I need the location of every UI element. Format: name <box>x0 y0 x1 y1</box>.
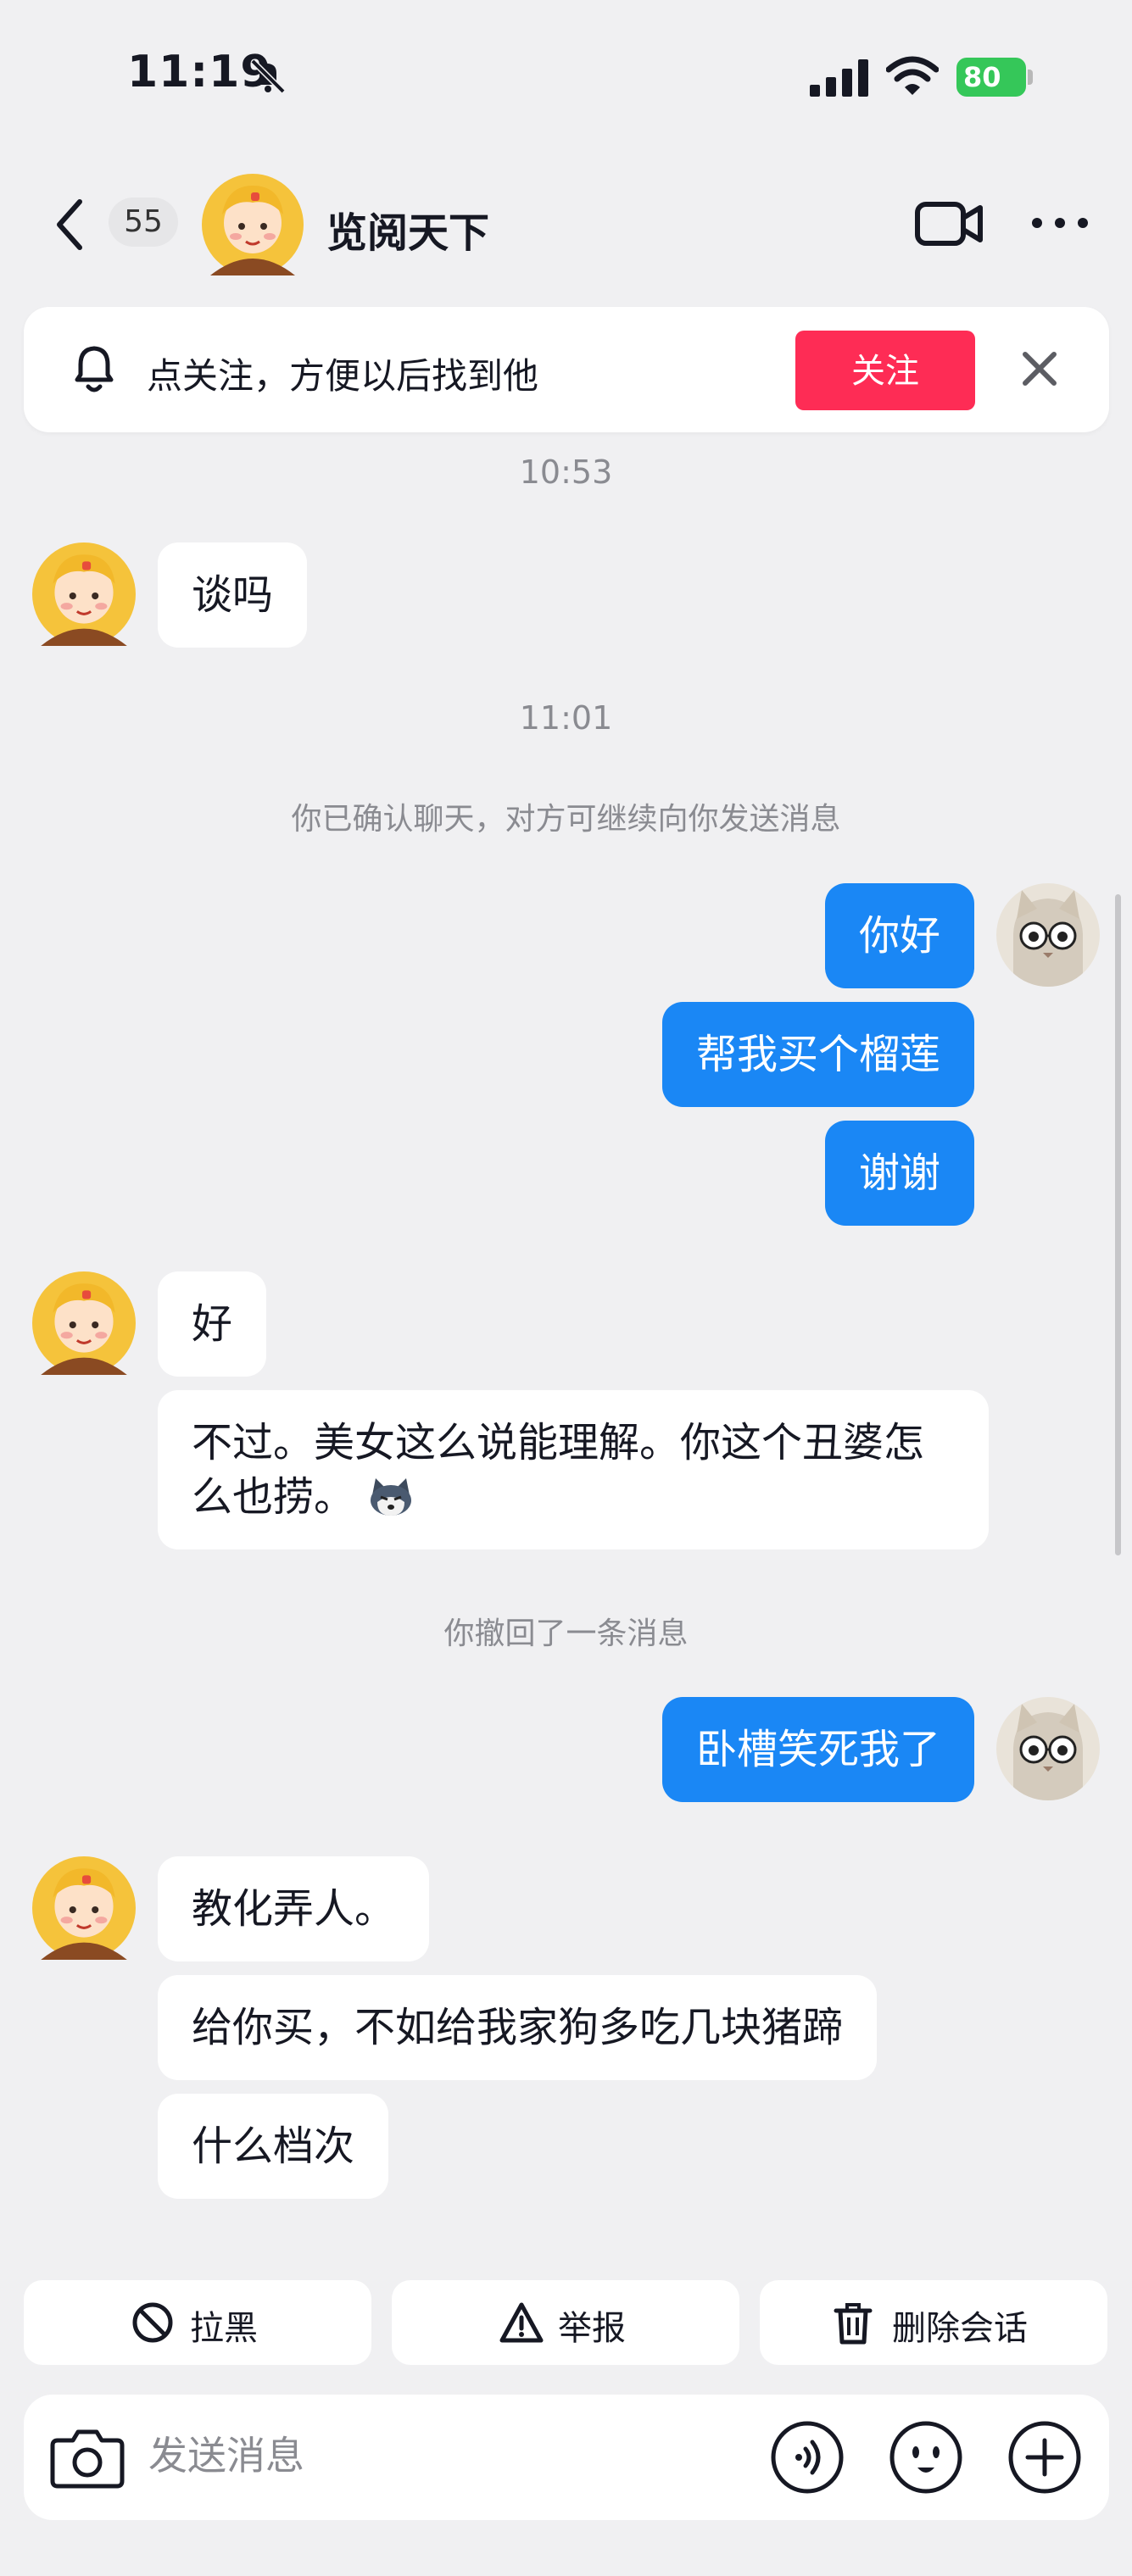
battery-cap <box>1028 70 1033 85</box>
follow-prompt-text: 点关注，方便以后找到他 <box>147 355 539 397</box>
block-label: 拉黑 <box>190 2309 258 2348</box>
contact-avatar[interactable] <box>32 1271 136 1375</box>
more-options-icon[interactable] <box>1030 216 1090 230</box>
outgoing-message[interactable]: 谢谢 <box>824 1121 974 1226</box>
back-arrow-icon[interactable] <box>49 195 92 254</box>
follow-banner: 点关注，方便以后找到他 关注 <box>24 307 1109 432</box>
wifi-icon <box>886 56 939 95</box>
unread-count-badge[interactable]: 55 <box>109 198 178 247</box>
system-notice: 你已确认聊天，对方可继续向你发送消息 <box>291 802 841 837</box>
bell-off-icon <box>250 58 286 94</box>
my-avatar[interactable] <box>996 883 1100 987</box>
contact-name: 览阅天下 <box>326 209 490 257</box>
contact-avatar[interactable] <box>202 174 304 275</box>
message-text: 不过。美女这么说能理解。你这个丑婆怎么也捞。 <box>192 1419 925 1521</box>
close-icon[interactable] <box>1020 349 1059 388</box>
status-bar: 11:19 80 <box>0 0 1132 153</box>
outgoing-message[interactable]: 你好 <box>824 883 974 988</box>
scrollbar[interactable] <box>1115 894 1121 1555</box>
warning-icon <box>499 2302 544 2343</box>
my-avatar[interactable] <box>996 1697 1100 1800</box>
video-call-icon[interactable] <box>914 198 985 250</box>
message-input[interactable] <box>147 2432 659 2479</box>
plus-icon[interactable] <box>1007 2420 1082 2495</box>
follow-button[interactable]: 关注 <box>795 331 975 410</box>
battery-level: 80 <box>956 58 1026 97</box>
delete-conversation-button[interactable]: 删除会话 <box>760 2280 1107 2365</box>
outgoing-message[interactable]: 帮我买个榴莲 <box>661 1002 974 1107</box>
system-notice: 你撤回了一条消息 <box>443 1616 689 1651</box>
chat-header: 55 览阅天下 <box>0 165 1132 284</box>
report-label: 举报 <box>558 2309 626 2348</box>
cat-avatar-icon <box>996 883 1100 987</box>
incoming-message[interactable]: 什么档次 <box>158 2094 389 2199</box>
emoji-icon[interactable] <box>889 2420 963 2495</box>
incoming-message[interactable]: 不过。美女这么说能理解。你这个丑婆怎么也捞。 <box>158 1390 989 1549</box>
voice-icon[interactable] <box>770 2420 845 2495</box>
bell-icon <box>75 346 114 392</box>
block-icon <box>132 2302 173 2343</box>
outgoing-message[interactable]: 卧槽笑死我了 <box>661 1697 974 1802</box>
trash-icon <box>834 2303 873 2345</box>
contact-avatar[interactable] <box>32 542 136 646</box>
message-input-bar <box>24 2395 1109 2520</box>
husky-emoji-icon <box>371 1478 412 1516</box>
delete-label: 删除会话 <box>892 2309 1028 2348</box>
incoming-message[interactable]: 谈吗 <box>158 542 308 648</box>
incoming-message[interactable]: 教化弄人。 <box>158 1856 430 1961</box>
camera-icon[interactable] <box>49 2422 125 2493</box>
incoming-message[interactable]: 给你买，不如给我家狗多吃几块猪蹄 <box>158 1975 878 2080</box>
signal-icon <box>810 59 868 97</box>
block-button[interactable]: 拉黑 <box>24 2280 371 2365</box>
incoming-message[interactable]: 好 <box>158 1271 267 1377</box>
report-button[interactable]: 举报 <box>392 2280 739 2365</box>
cat-avatar-icon <box>996 1697 1100 1800</box>
contact-avatar[interactable] <box>32 1856 136 1960</box>
timestamp: 11:01 <box>519 699 613 737</box>
timestamp: 10:53 <box>519 453 613 491</box>
